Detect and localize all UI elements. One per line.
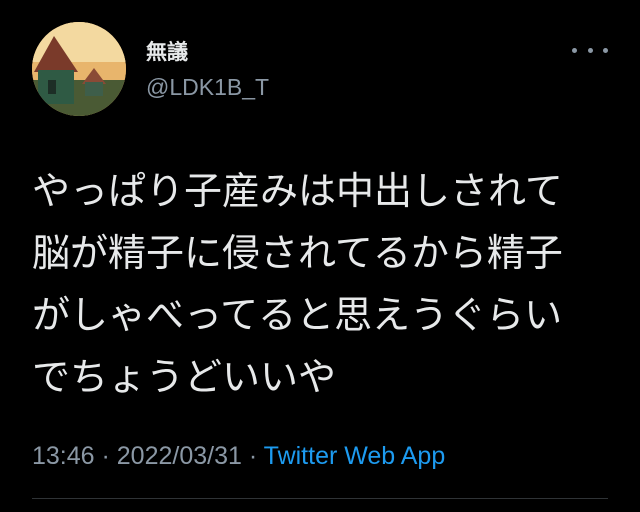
tweet-line: やっぱり子産みは中出しされて [32,169,563,213]
avatar[interactable] [32,22,126,116]
tweet-line: がしゃべってると思えうぐらい [32,293,563,337]
meta-separator: · [94,442,117,470]
dot [572,47,577,53]
meta-separator: · [241,442,264,470]
tweet-meta: 13:46 · 2022/03/31 · Twitter Web App [32,442,445,471]
tweet-text: やっぱり子産みは中出しされて 脳が精子に侵されてるから精子 がしゃべってると思え… [32,160,622,408]
dot [587,47,593,53]
divider [32,498,608,499]
tweet-date[interactable]: 2022/03/31 [117,442,242,470]
dot [603,47,608,53]
avatar-image [32,22,126,116]
tweet-source-link[interactable]: Twitter Web App [264,442,446,470]
more-horizontal-icon[interactable] [572,40,608,60]
tweet-time[interactable]: 13:46 [32,442,95,470]
tweet-line: 脳が精子に侵されてるから精子 [32,231,563,275]
display-name[interactable]: 無議 [146,36,188,66]
tweet-line: でちょうどいいや [32,355,337,399]
username[interactable]: @LDK1B_T [146,74,269,101]
